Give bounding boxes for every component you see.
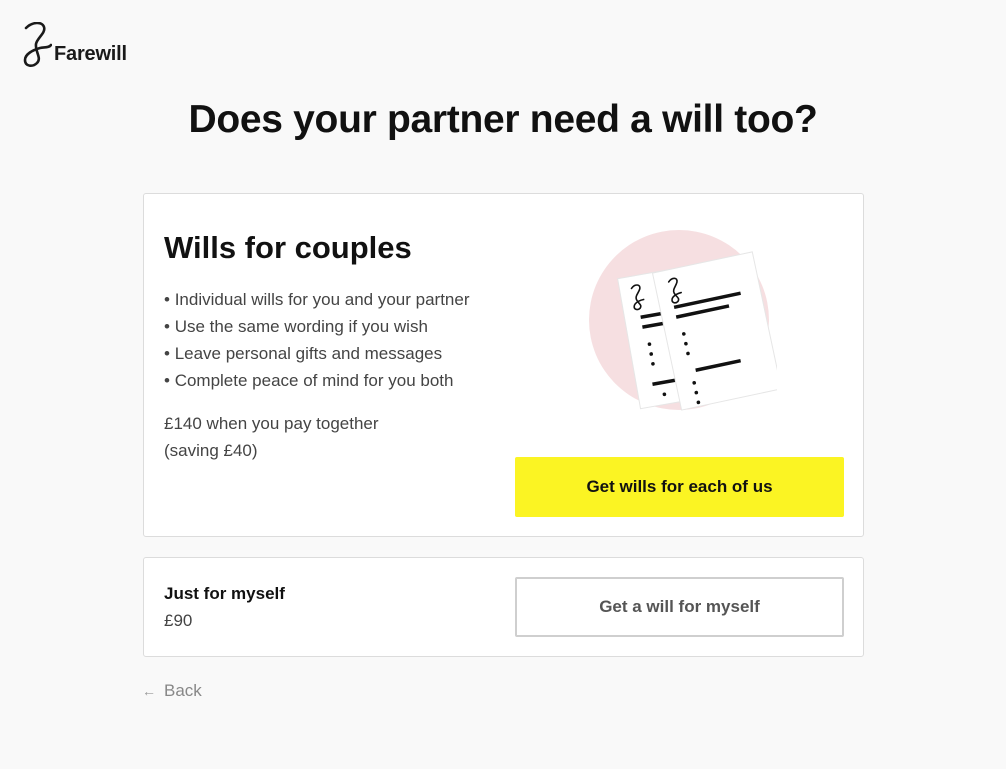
farewill-logo-icon	[23, 22, 52, 67]
farewill-logo[interactable]: Farewill	[22, 22, 127, 68]
two-wills-illustration	[589, 230, 777, 411]
back-label: Back	[164, 681, 202, 700]
single-card-title: Just for myself	[164, 584, 285, 603]
single-option-card: Just for myself £90 Get a will for mysel…	[143, 557, 864, 657]
couples-price: £140 when you pay together	[164, 414, 379, 433]
couples-saving: (saving £40)	[164, 441, 258, 460]
benefit-item: Complete peace of mind for you both	[164, 367, 470, 394]
back-link[interactable]: ← Back	[142, 681, 202, 701]
benefit-item: Individual wills for you and your partne…	[164, 286, 470, 313]
benefit-item: Leave personal gifts and messages	[164, 340, 470, 367]
arrow-left-icon: ←	[142, 683, 156, 699]
logo-wordmark: Farewill	[54, 43, 127, 65]
couples-option-card: Wills for couples Individual wills for y…	[143, 193, 864, 537]
get-single-will-button[interactable]: Get a will for myself	[515, 577, 844, 637]
page-title: Does your partner need a will too?	[188, 98, 818, 141]
couples-benefits-list: Individual wills for you and your partne…	[164, 286, 470, 394]
single-price: £90	[164, 611, 193, 630]
couples-card-title: Wills for couples	[164, 230, 412, 265]
get-couples-wills-button[interactable]: Get wills for each of us	[515, 457, 844, 517]
benefit-item: Use the same wording if you wish	[164, 313, 470, 340]
